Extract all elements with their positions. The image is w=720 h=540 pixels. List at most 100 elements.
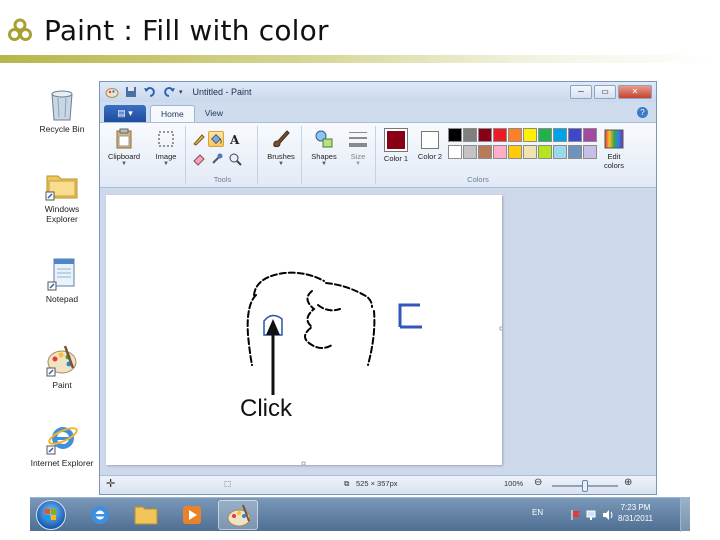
chevron-down-icon: ▼ xyxy=(355,161,361,167)
recycle-bin-icon xyxy=(51,90,73,121)
line-size-icon xyxy=(349,132,367,147)
title-underline xyxy=(0,55,720,63)
folder-icon xyxy=(45,175,78,201)
network-icon[interactable] xyxy=(586,509,598,521)
fill-with-color-button[interactable] xyxy=(208,131,224,147)
tab-view[interactable]: View xyxy=(195,105,233,122)
cursor-position-icon: ✛ xyxy=(106,478,116,490)
clipboard-button[interactable]: Clipboard ▼ xyxy=(104,128,144,167)
language-indicator[interactable]: EN xyxy=(532,508,543,517)
zoom-slider-thumb[interactable] xyxy=(582,480,588,492)
taskbar-paint[interactable] xyxy=(218,500,258,530)
help-icon[interactable]: ? xyxy=(637,107,648,118)
brush-icon xyxy=(273,130,290,148)
chevron-down-icon: ▼ xyxy=(163,161,169,167)
palette-swatch[interactable] xyxy=(553,145,567,159)
desktop-icon-windows-explorer[interactable]: Windows Explorer xyxy=(30,168,94,224)
close-button[interactable]: ✕ xyxy=(618,85,652,99)
palette-swatch[interactable] xyxy=(478,128,492,142)
window-title: Untitled - Paint xyxy=(192,87,252,97)
ribbon-tabs: ▤ ▾ Home View ? xyxy=(100,102,656,122)
palette-swatch[interactable] xyxy=(538,128,552,142)
undo-icon[interactable] xyxy=(143,85,157,99)
taskbar-media-player[interactable] xyxy=(172,500,212,530)
desktop-icon-paint[interactable]: Paint xyxy=(30,342,94,390)
window-controls: ─ ▭ ✕ xyxy=(570,85,652,99)
palette-swatch[interactable] xyxy=(583,145,597,159)
palette-swatch[interactable] xyxy=(463,145,477,159)
canvas-resize-handle xyxy=(301,461,306,465)
magnifier-icon[interactable] xyxy=(228,152,242,166)
zoom-slider[interactable] xyxy=(552,480,618,492)
palette-swatch[interactable] xyxy=(553,128,567,142)
minimize-button[interactable]: ─ xyxy=(570,85,592,99)
paint-bucket-icon xyxy=(211,134,222,144)
drawing-canvas[interactable]: Click xyxy=(106,195,502,465)
palette-swatch[interactable] xyxy=(448,145,462,159)
customize-quick-access-icon[interactable]: ▾ xyxy=(179,88,183,96)
taskbar: EN 7:23 PM 8/31/2011 xyxy=(30,497,690,532)
folder-icon xyxy=(134,506,158,525)
canvas-resize-handle xyxy=(499,326,502,331)
paint-app-icon[interactable] xyxy=(105,85,119,99)
redo-icon[interactable] xyxy=(162,85,176,99)
color2-swatch xyxy=(421,131,439,149)
volume-icon[interactable] xyxy=(602,509,614,521)
pencil-icon[interactable] xyxy=(192,132,206,146)
click-annotation: Click xyxy=(240,395,292,422)
desktop-icon-notepad[interactable]: Notepad xyxy=(30,256,94,304)
palette-swatch[interactable] xyxy=(538,145,552,159)
text-tool-icon[interactable]: A xyxy=(228,132,242,146)
palette-swatch[interactable] xyxy=(568,145,582,159)
palette-swatch[interactable] xyxy=(523,145,537,159)
start-button[interactable] xyxy=(36,500,66,530)
slide-header: Paint : Fill with color xyxy=(6,8,329,52)
taskbar-windows-explorer[interactable] xyxy=(126,500,166,530)
zoom-out-button[interactable]: ⊖ xyxy=(534,477,542,488)
paint-menu-button[interactable]: ▤ ▾ xyxy=(104,105,146,122)
color1-swatch xyxy=(384,128,408,152)
size-button[interactable]: Size ▼ xyxy=(338,128,378,167)
clock-date: 8/31/2011 xyxy=(618,514,653,523)
colors-group: Color 1 Color 2 Edit colors Colors xyxy=(378,126,626,184)
palette-swatch[interactable] xyxy=(463,128,477,142)
palette-swatch[interactable] xyxy=(493,128,507,142)
desktop-icon-internet-explorer[interactable]: Internet Explorer xyxy=(30,420,94,468)
clock-time: 7:23 PM xyxy=(620,503,651,512)
title-bar[interactable]: ▾ Untitled - Paint ─ ▭ ✕ xyxy=(100,82,656,102)
palette-swatch[interactable] xyxy=(508,128,522,142)
save-icon[interactable] xyxy=(124,85,138,99)
palette-swatch[interactable] xyxy=(478,145,492,159)
palette-swatch[interactable] xyxy=(508,145,522,159)
paint-window: ▾ Untitled - Paint ─ ▭ ✕ ▤ ▾ Home View ?… xyxy=(99,81,657,495)
status-bar: ✛ ⬚ ⧉ 525 × 357px 100% ⊖ ⊕ xyxy=(100,475,656,494)
image-button[interactable]: Image ▼ xyxy=(146,128,186,167)
color-palette xyxy=(448,128,618,164)
palette-swatch[interactable] xyxy=(493,145,507,159)
brushes-button[interactable]: Brushes ▼ xyxy=(261,128,301,167)
taskbar-internet-explorer[interactable] xyxy=(80,500,120,530)
zoom-in-button[interactable]: ⊕ xyxy=(624,477,632,488)
color-picker-icon[interactable] xyxy=(210,152,224,166)
shapes-icon xyxy=(315,130,333,148)
maximize-button[interactable]: ▭ xyxy=(594,85,616,99)
clock[interactable]: 7:23 PM 8/31/2011 xyxy=(618,502,653,524)
color1-button[interactable]: Color 1 xyxy=(378,128,414,163)
action-center-flag-icon[interactable] xyxy=(570,509,582,521)
shapes-group: Shapes ▼ Size ▼ xyxy=(304,126,376,184)
image-size-icon: ⧉ xyxy=(344,479,350,488)
palette-swatch[interactable] xyxy=(583,128,597,142)
palette-swatch[interactable] xyxy=(523,128,537,142)
edit-colors-button[interactable]: Edit colors xyxy=(598,128,630,170)
tab-home[interactable]: Home xyxy=(150,105,195,122)
palette-swatch[interactable] xyxy=(448,128,462,142)
rainbow-palette-icon xyxy=(604,129,624,149)
color2-button[interactable]: Color 2 xyxy=(414,128,446,161)
eraser-icon[interactable] xyxy=(192,152,206,166)
chevron-down-icon: ▼ xyxy=(278,161,284,167)
media-player-icon xyxy=(183,506,201,524)
show-desktop-button[interactable] xyxy=(680,498,690,532)
selection-size-icon: ⬚ xyxy=(224,479,232,488)
palette-swatch[interactable] xyxy=(568,128,582,142)
desktop-icon-recycle-bin[interactable]: Recycle Bin xyxy=(30,86,94,134)
